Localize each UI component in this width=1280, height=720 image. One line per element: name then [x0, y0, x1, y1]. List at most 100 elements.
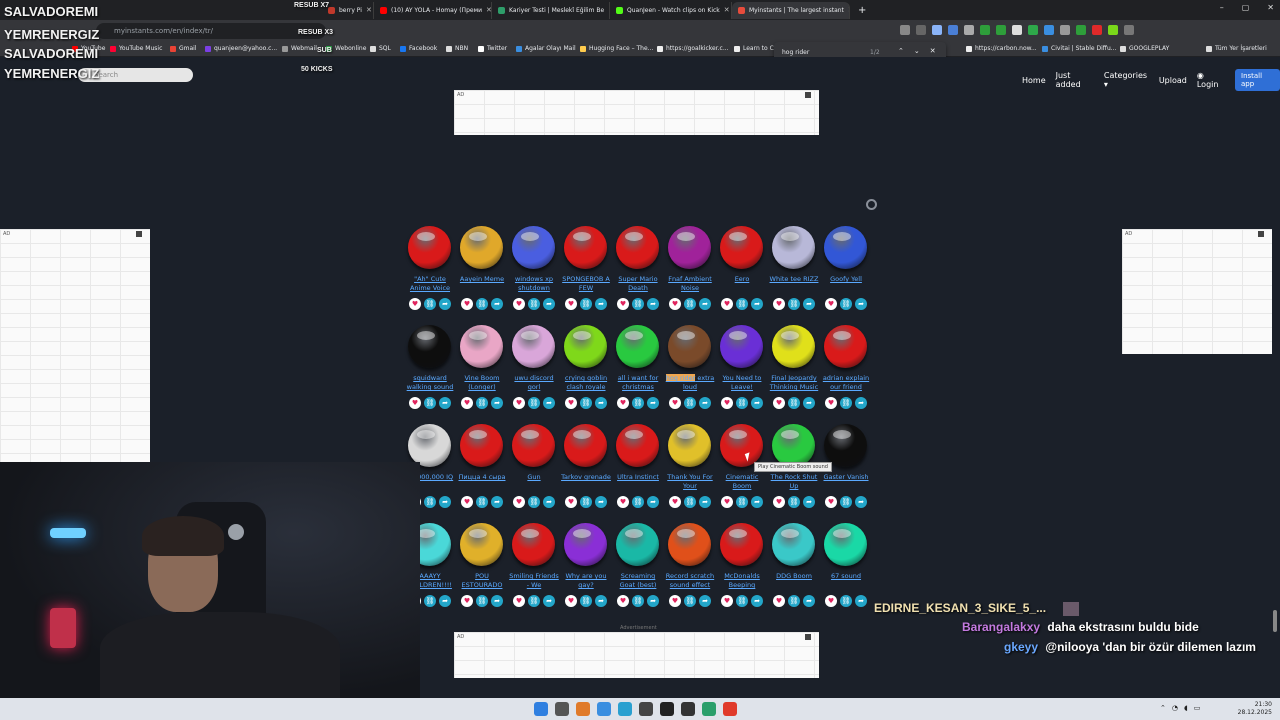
browser-tab[interactable]: Kariyer Testi | Meslekî Eğilim Be✕: [492, 2, 610, 19]
favorite-heart-icon[interactable]: ♥: [513, 298, 525, 310]
play-sound-button[interactable]: [720, 226, 763, 269]
play-sound-button[interactable]: [564, 523, 607, 566]
new-tab-button[interactable]: +: [852, 2, 868, 19]
sound-name-link[interactable]: The Rock Shut Up: [768, 473, 820, 492]
copilot-icon[interactable]: [576, 702, 590, 716]
sound-name-link[interactable]: You Need to Leave!: [716, 374, 768, 393]
play-sound-button[interactable]: [460, 226, 503, 269]
sound-name-link[interactable]: Super Mario Death: [612, 275, 664, 294]
copy-link-icon[interactable]: ⛓: [788, 397, 800, 409]
play-sound-button[interactable]: [512, 226, 555, 269]
browser-tab[interactable]: (10) AY YOLA - Homay (Преми ✕: [374, 2, 492, 19]
favorite-heart-icon[interactable]: ♥: [825, 496, 837, 508]
favorite-heart-icon[interactable]: ♥: [825, 397, 837, 409]
play-sound-button[interactable]: [824, 523, 867, 566]
copy-link-icon[interactable]: ⛓: [632, 298, 644, 310]
extension-icon[interactable]: [996, 25, 1006, 35]
favorite-heart-icon[interactable]: ♥: [721, 298, 733, 310]
install-app-button[interactable]: Install app: [1235, 69, 1280, 91]
sound-name-link[interactable]: Goofy Yell: [820, 275, 872, 294]
share-icon[interactable]: ➦: [803, 496, 815, 508]
favorite-heart-icon[interactable]: ♥: [773, 298, 785, 310]
favorite-heart-icon[interactable]: ♥: [721, 496, 733, 508]
share-icon[interactable]: ➦: [751, 496, 763, 508]
sound-name-link[interactable]: Vine Boom (Longer): [456, 374, 508, 393]
sound-name-link[interactable]: Eero: [716, 275, 768, 294]
extension-icon[interactable]: [1044, 25, 1054, 35]
play-sound-button[interactable]: [460, 325, 503, 368]
bookmark[interactable]: GOOGLEPLAY: [1120, 45, 1169, 52]
close-icon[interactable]: ✕: [486, 2, 491, 19]
browser-tab[interactable]: berry Pi ✕: [322, 2, 374, 19]
share-icon[interactable]: ➦: [595, 298, 607, 310]
share-icon[interactable]: ➦: [647, 298, 659, 310]
nav-categories[interactable]: Categories ▾: [1104, 71, 1149, 89]
nav-upload[interactable]: Upload: [1159, 76, 1187, 85]
browser-tab[interactable]: QuanJeen - Watch clips on Kick ✕: [610, 2, 732, 19]
sound-name-link[interactable]: Tarkov grenade: [560, 473, 612, 492]
share-icon[interactable]: ➦: [699, 496, 711, 508]
bookmark[interactable]: Facebook: [400, 45, 437, 52]
sound-name-link[interactable]: Пицца 4 сыра: [456, 473, 508, 492]
copy-link-icon[interactable]: ⛓: [580, 397, 592, 409]
copy-link-icon[interactable]: ⛓: [788, 595, 800, 607]
sound-name-link[interactable]: Ultra Instinct: [612, 473, 664, 492]
sound-name-link[interactable]: crying goblin clash royale: [560, 374, 612, 393]
share-icon[interactable]: ➦: [803, 397, 815, 409]
copy-link-icon[interactable]: ⛓: [788, 298, 800, 310]
favorite-heart-icon[interactable]: ♥: [513, 496, 525, 508]
favorite-heart-icon[interactable]: ♥: [513, 595, 525, 607]
sound-name-link[interactable]: McDonalds Beeping: [716, 572, 768, 591]
play-sound-button[interactable]: [772, 226, 815, 269]
play-sound-button[interactable]: [668, 424, 711, 467]
sound-name-link[interactable]: squidward walking sound: [404, 374, 456, 393]
extension-icon[interactable]: [948, 25, 958, 35]
favorite-heart-icon[interactable]: ♥: [669, 496, 681, 508]
play-sound-button[interactable]: [720, 325, 763, 368]
bookmark[interactable]: Gmail: [170, 45, 197, 52]
sound-name-link[interactable]: Final Jeopardy Thinking Music: [768, 374, 820, 393]
download-icon[interactable]: [1124, 25, 1134, 35]
sound-name-link[interactable]: SPONGEBOB A FEW: [560, 275, 612, 294]
play-sound-button[interactable]: [408, 226, 451, 269]
share-icon[interactable]: ➦: [491, 298, 503, 310]
share-icon[interactable]: ➦: [491, 595, 503, 607]
copy-link-icon[interactable]: ⛓: [632, 496, 644, 508]
extension-icon[interactable]: [1076, 25, 1086, 35]
copy-link-icon[interactable]: ⛓: [840, 397, 852, 409]
extension-icon[interactable]: [980, 25, 990, 35]
taskbar-clock[interactable]: 21:30 28.12.2025: [1238, 701, 1272, 717]
ad-banner-top[interactable]: AD: [454, 90, 819, 135]
extension-icon[interactable]: [900, 25, 910, 35]
favorite-heart-icon[interactable]: ♥: [721, 595, 733, 607]
ad-close-icon[interactable]: [136, 231, 142, 237]
play-sound-button[interactable]: [564, 226, 607, 269]
sound-name-link[interactable]: POU ESTOURADO: [456, 572, 508, 591]
chevron-up-icon[interactable]: ⌃: [898, 47, 904, 55]
copy-link-icon[interactable]: ⛓: [840, 496, 852, 508]
favorite-heart-icon[interactable]: ♥: [461, 595, 473, 607]
favorite-heart-icon[interactable]: ♥: [409, 298, 421, 310]
sound-name-link[interactable]: "Ah" Cute Anime Voice: [404, 275, 456, 294]
share-icon[interactable]: ➦: [855, 298, 867, 310]
ad-banner-right[interactable]: AD: [1122, 229, 1272, 354]
share-icon[interactable]: ➦: [543, 595, 555, 607]
extension-icon[interactable]: [1060, 25, 1070, 35]
extension-icon[interactable]: [1092, 25, 1102, 35]
copy-link-icon[interactable]: ⛓: [580, 298, 592, 310]
copy-link-icon[interactable]: ⛓: [580, 595, 592, 607]
sound-name-link[interactable]: uwu discord gorl: [508, 374, 560, 393]
edge-icon[interactable]: [618, 702, 632, 716]
play-sound-button[interactable]: [408, 424, 451, 467]
sound-name-link[interactable]: Smiling Friends - We: [508, 572, 560, 591]
bookmark[interactable]: Webonline: [326, 45, 366, 52]
nav-home[interactable]: Home: [1022, 76, 1046, 85]
sound-name-link[interactable]: adrian explain our friend: [820, 374, 872, 393]
copy-link-icon[interactable]: ⛓: [424, 298, 436, 310]
bookmark[interactable]: Civitai | Stable Diffu...: [1042, 45, 1116, 52]
play-sound-button[interactable]: [668, 523, 711, 566]
terminal-icon[interactable]: [702, 702, 716, 716]
share-icon[interactable]: ➦: [439, 397, 451, 409]
play-sound-button[interactable]: [824, 424, 867, 467]
settings-icon[interactable]: [866, 199, 877, 210]
